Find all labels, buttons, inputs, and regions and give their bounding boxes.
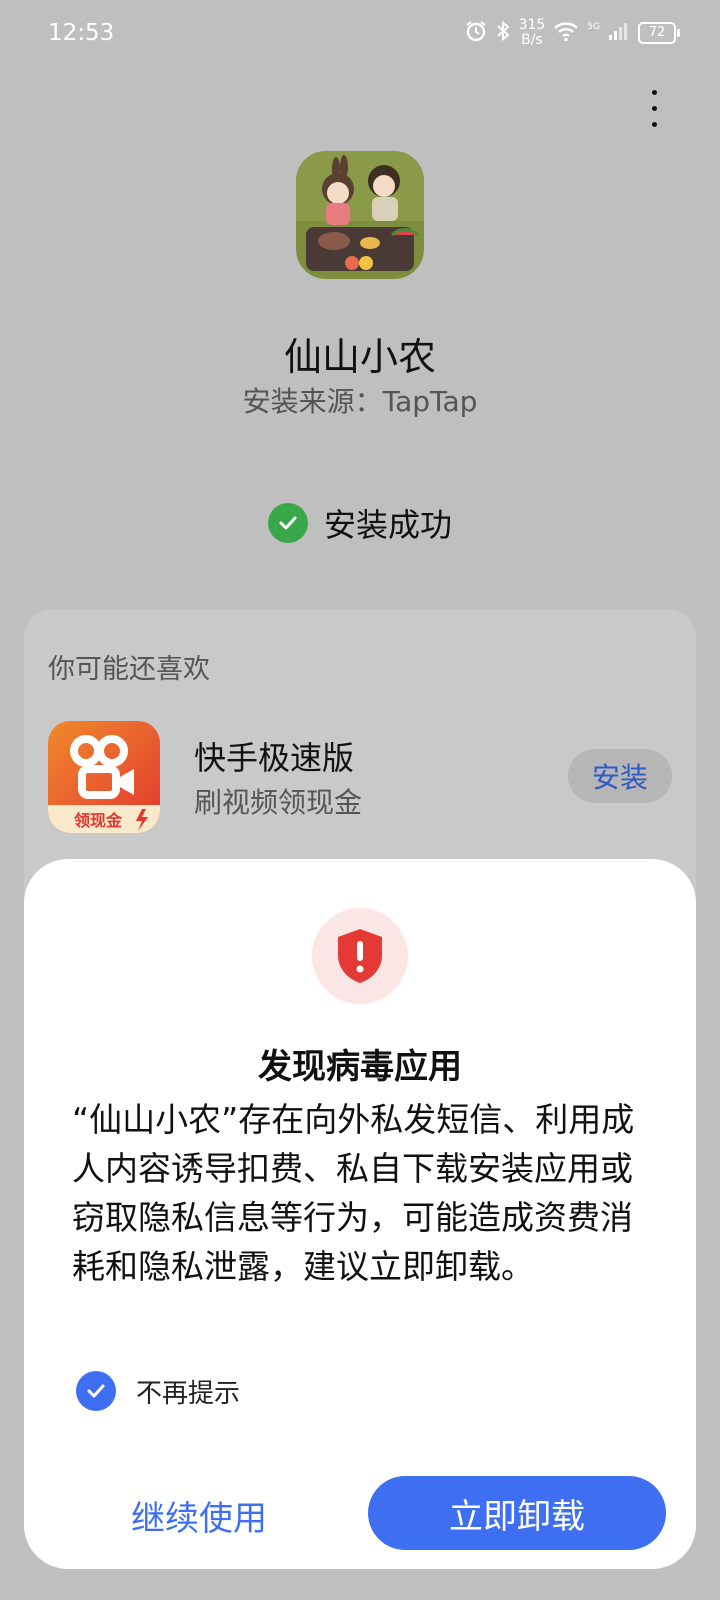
net-speed: 315 B/s bbox=[519, 18, 546, 48]
net-speed-value: 315 bbox=[518, 17, 546, 33]
install-status-text: 安装成功 bbox=[323, 506, 452, 544]
signal-label: 5G bbox=[587, 22, 600, 32]
kuaishou-app-icon[interactable]: 领现金 bbox=[48, 721, 160, 833]
checkbox-checked-icon[interactable] bbox=[76, 1371, 116, 1411]
recommended-app-desc: 刷视频领现金 bbox=[194, 786, 363, 819]
continue-using-button[interactable]: 继续使用 bbox=[84, 1485, 314, 1545]
dialog-message: “仙山小农”存在向外私发短信、利用成人内容诱导扣费、私自下载安装应用或窃取隐私信… bbox=[72, 1100, 635, 1286]
bluetooth-icon bbox=[495, 20, 511, 46]
status-icons: 315 B/s 5G 72 bbox=[465, 18, 680, 48]
recommendation-title: 你可能还喜欢 bbox=[48, 654, 210, 685]
shield-alert-icon bbox=[338, 929, 382, 983]
dialog-title: 发现病毒应用 bbox=[258, 1047, 462, 1087]
dont-remind-option[interactable]: 不再提示 bbox=[76, 1371, 240, 1411]
net-speed-unit: B/s bbox=[521, 32, 543, 48]
install-source: 安装来源：TapTap bbox=[242, 385, 478, 418]
battery-icon: 72 bbox=[638, 22, 680, 44]
status-time: 12:53 bbox=[48, 20, 115, 46]
app-name: 仙山小农 bbox=[283, 335, 436, 379]
wifi-icon bbox=[553, 20, 579, 46]
install-status: 安装成功 bbox=[0, 500, 720, 546]
kuaishou-icon-badge: 领现金 bbox=[74, 811, 123, 830]
recommended-app-name: 快手极速版 bbox=[194, 739, 355, 777]
warning-badge bbox=[312, 908, 408, 1004]
uninstall-now-button[interactable]: 立即卸载 bbox=[368, 1476, 666, 1550]
alarm-icon bbox=[465, 20, 487, 46]
cell-signal-icon bbox=[608, 21, 630, 45]
install-button[interactable]: 安装 bbox=[568, 749, 672, 803]
dont-remind-label: 不再提示 bbox=[136, 1378, 241, 1409]
more-options-icon[interactable] bbox=[644, 90, 664, 134]
status-bar: 12:53 315 B/s 5G 72 bbox=[0, 0, 720, 70]
virus-warning-dialog: 发现病毒应用 “仙山小农”存在向外私发短信、利用成人内容诱导扣费、私自下载安装应… bbox=[24, 859, 696, 1569]
check-circle-icon bbox=[267, 503, 308, 543]
app-icon bbox=[296, 151, 424, 279]
